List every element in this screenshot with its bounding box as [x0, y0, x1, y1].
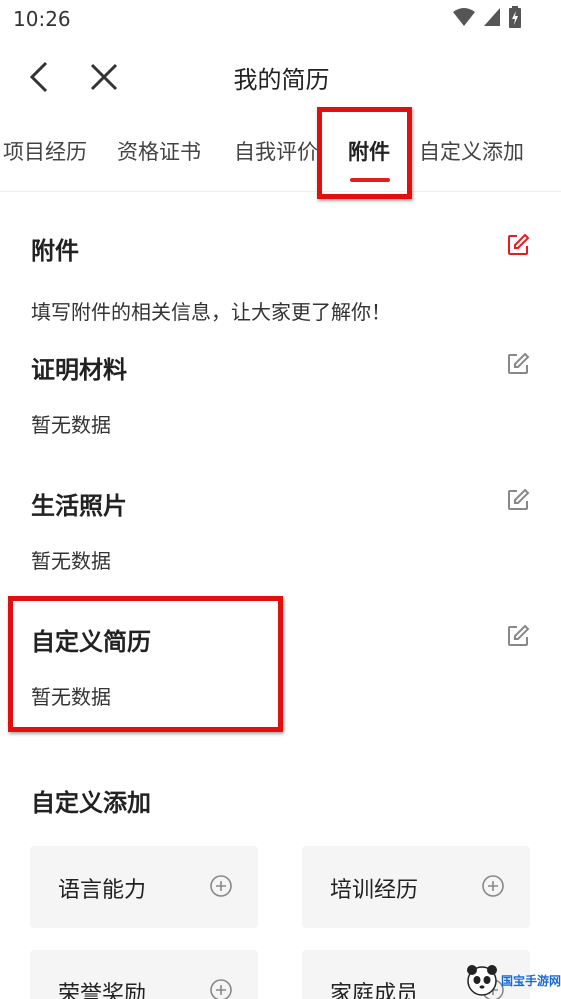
wifi-icon	[453, 8, 475, 26]
card-label: 家庭成员	[330, 982, 419, 999]
status-time: 10:26	[13, 7, 71, 31]
status-icons	[453, 6, 521, 28]
card-label: 培训经历	[330, 878, 419, 903]
edit-icon[interactable]	[506, 624, 530, 648]
card-label: 荣誉奖励	[58, 982, 147, 999]
attachment-title: 附件	[31, 237, 79, 265]
add-card-language[interactable]: 语言能力	[30, 846, 258, 928]
signal-icon	[484, 8, 500, 26]
add-circle-icon	[210, 875, 232, 897]
tab-certificates[interactable]: 资格证书	[117, 136, 201, 166]
add-card-training[interactable]: 培训经历	[302, 846, 530, 928]
status-bar: 10:26	[0, 0, 561, 38]
tab-projects[interactable]: 项目经历	[3, 136, 87, 166]
edit-icon[interactable]	[506, 352, 530, 376]
proof-title: 证明材料	[31, 356, 127, 384]
photos-title: 生活照片	[31, 492, 127, 520]
add-circle-icon	[210, 979, 232, 999]
battery-icon	[509, 6, 521, 28]
watermark-text: 国宝手游网	[501, 974, 561, 988]
tab-custom-add[interactable]: 自定义添加	[419, 136, 524, 166]
add-card-honors[interactable]: 荣誉奖励	[30, 950, 258, 999]
card-label: 语言能力	[58, 878, 147, 903]
title-bar: 我的简历	[0, 38, 561, 116]
tab-bar: 项目经历 资格证书 自我评价 附件 自定义添加	[0, 116, 561, 192]
edit-icon[interactable]	[506, 233, 530, 257]
edit-icon[interactable]	[506, 488, 530, 512]
custom-add-title: 自定义添加	[31, 789, 151, 817]
tab-self-evaluation[interactable]: 自我评价	[234, 136, 318, 166]
watermark-logo: 国宝手游网	[465, 962, 561, 999]
highlight-box-custom-resume	[8, 596, 283, 732]
proof-empty-text: 暂无数据	[31, 413, 111, 437]
attachment-description: 填写附件的相关信息，让大家更了解你！	[31, 300, 391, 324]
page-title: 我的简历	[233, 66, 330, 94]
photos-empty-text: 暂无数据	[31, 549, 111, 573]
panda-icon	[467, 965, 497, 996]
highlight-box-tab	[317, 107, 412, 199]
add-circle-icon	[482, 875, 504, 897]
